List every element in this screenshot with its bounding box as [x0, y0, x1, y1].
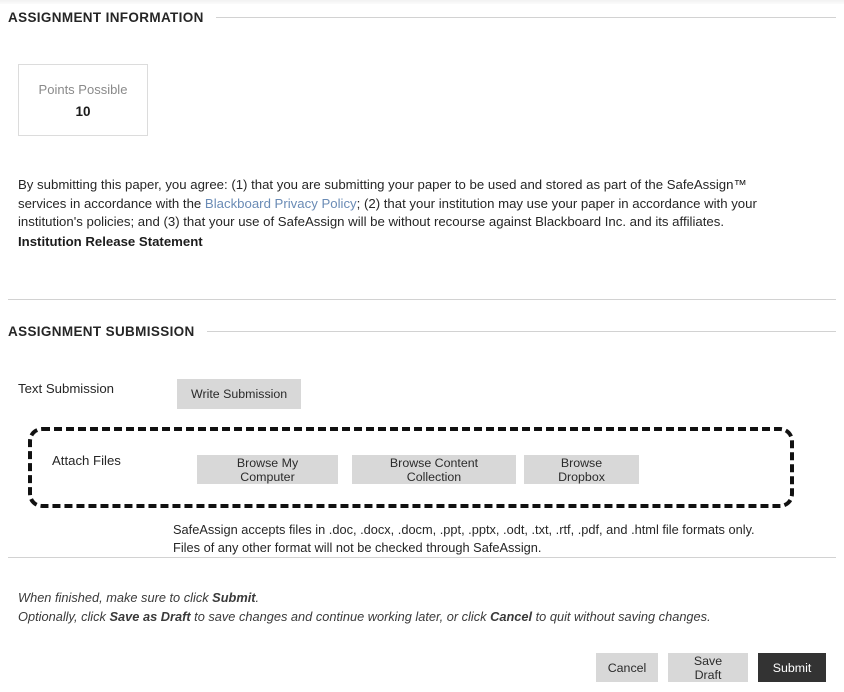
institution-release-statement-heading: Institution Release Statement	[18, 234, 203, 249]
section-divider-top	[8, 299, 836, 300]
footer-action-buttons: Cancel Save Draft Submit	[596, 653, 826, 682]
assignment-information-section-header: ASSIGNMENT INFORMATION	[8, 10, 836, 25]
browse-dropbox-button[interactable]: Browse Dropbox	[524, 455, 639, 484]
save-draft-button[interactable]: Save Draft	[668, 653, 748, 682]
safeassign-note-line-1: SafeAssign accepts files in .doc, .docx,…	[173, 521, 813, 539]
assignment-information-title: ASSIGNMENT INFORMATION	[8, 10, 204, 25]
cancel-button[interactable]: Cancel	[596, 653, 658, 682]
blackboard-privacy-policy-link[interactable]: Blackboard Privacy Policy	[205, 196, 357, 211]
attach-files-label: Attach Files	[52, 453, 121, 468]
footer-line1-submit-emphasis: Submit	[212, 590, 255, 605]
safeassign-agreement-text: By submitting this paper, you agree: (1)…	[18, 176, 780, 232]
browse-my-computer-button[interactable]: Browse My Computer	[197, 455, 338, 484]
submit-button[interactable]: Submit	[758, 653, 826, 682]
footer-instruction-line-2: Optionally, click Save as Draft to save …	[18, 607, 818, 626]
section-header-rule	[207, 331, 836, 332]
footer-line1-suffix: .	[256, 590, 260, 605]
text-submission-label: Text Submission	[18, 381, 114, 396]
footer-line2-suffix: to quit without saving changes.	[532, 609, 711, 624]
safeassign-note-line-2: Files of any other format will not be ch…	[173, 539, 813, 557]
assignment-submission-section-header: ASSIGNMENT SUBMISSION	[8, 324, 836, 339]
browse-content-collection-button[interactable]: Browse Content Collection	[352, 455, 516, 484]
points-possible-label: Points Possible	[39, 82, 128, 97]
section-header-rule	[216, 17, 836, 18]
safeassign-file-formats-note: SafeAssign accepts files in .doc, .docx,…	[173, 521, 813, 556]
footer-line1-prefix: When finished, make sure to click	[18, 590, 212, 605]
footer-line2-prefix: Optionally, click	[18, 609, 110, 624]
points-possible-card: Points Possible 10	[18, 64, 148, 136]
footer-line2-middle: to save changes and continue working lat…	[191, 609, 490, 624]
points-possible-value: 10	[75, 104, 90, 119]
footer-line2-save-as-draft-emphasis: Save as Draft	[110, 609, 191, 624]
footer-instruction-line-1: When finished, make sure to click Submit…	[18, 588, 818, 607]
write-submission-button[interactable]: Write Submission	[177, 379, 301, 409]
footer-instructions: When finished, make sure to click Submit…	[18, 588, 818, 626]
footer-line2-cancel-emphasis: Cancel	[490, 609, 532, 624]
top-edge-strip	[0, 0, 844, 4]
assignment-submission-title: ASSIGNMENT SUBMISSION	[8, 324, 195, 339]
section-divider-bottom	[8, 557, 836, 558]
